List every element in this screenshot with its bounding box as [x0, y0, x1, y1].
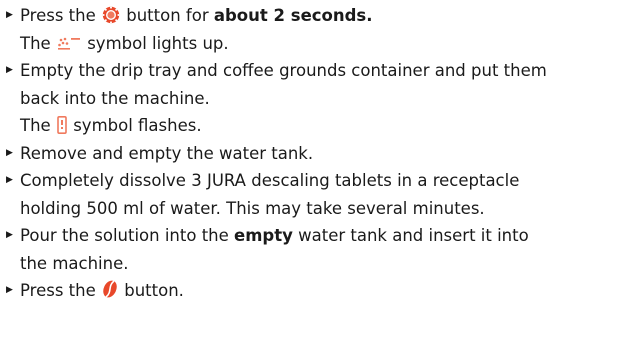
step-text: symbol flashes.	[73, 116, 202, 135]
step-line: the machine.	[20, 253, 129, 273]
step-text: The	[20, 116, 51, 135]
step-text: button for	[126, 6, 209, 25]
step-line: back into the machine.	[20, 88, 210, 108]
step-empty-drip-tray: ▶ Empty the drip tray and coffee grounds…	[0, 57, 547, 140]
step-text: Press the	[20, 6, 96, 25]
coffee-bean-icon	[102, 279, 118, 299]
step-text: Press the	[20, 281, 96, 300]
step-line: Press the button.	[20, 277, 547, 305]
bullet-arrow-icon: ▶	[6, 175, 13, 185]
step-line: Pour the solution into the empty water t…	[20, 222, 547, 250]
bullet-arrow-icon: ▶	[6, 230, 13, 240]
bullet-arrow-icon: ▶	[6, 10, 13, 20]
step-text: Pour the solution into the	[20, 226, 229, 245]
step-text: water tank and insert it into	[298, 226, 529, 245]
instruction-page: ▶ Press the button for about 2 seconds. …	[0, 0, 635, 350]
step-text: symbol lights up.	[87, 33, 229, 53]
step-emphasis: empty	[234, 226, 293, 245]
step-pour-solution: ▶ Pour the solution into the empty water…	[0, 222, 547, 277]
step-dissolve-tablets: ▶ Completely dissolve 3 JURA descaling t…	[0, 167, 547, 222]
bullet-arrow-icon: ▶	[6, 65, 13, 75]
bullet-arrow-icon: ▶	[6, 285, 13, 295]
bullet-arrow-icon: ▶	[6, 147, 13, 158]
step-line: Completely dissolve 3 JURA descaling tab…	[20, 171, 520, 190]
step-press-maintenance-button: ▶ Press the button for about 2 seconds. …	[0, 2, 547, 57]
instruction-steps: ▶ Press the button for about 2 seconds. …	[0, 2, 547, 305]
gear-ring-icon	[102, 6, 120, 24]
step-press-coffee-button: ▶ Press the button.	[0, 277, 547, 305]
step-text: button.	[124, 281, 184, 300]
step-result-line: The symbol flashes.	[20, 112, 547, 140]
step-remove-water-tank: ▶ Remove and empty the water tank.	[0, 140, 547, 168]
descale-symbol-icon	[57, 36, 81, 52]
step-line: holding 500 ml of water. This may take s…	[20, 198, 485, 218]
step-emphasis: about 2 seconds.	[213, 6, 373, 25]
step-line: Remove and empty the water tank.	[20, 143, 314, 163]
step-line: Press the button for about 2 seconds.	[20, 2, 547, 30]
step-line: Empty the drip tray and coffee grounds c…	[20, 61, 547, 80]
step-result-line: The symbol lights up.	[20, 30, 547, 58]
step-text: The	[20, 33, 51, 53]
water-tank-icon	[57, 116, 67, 134]
